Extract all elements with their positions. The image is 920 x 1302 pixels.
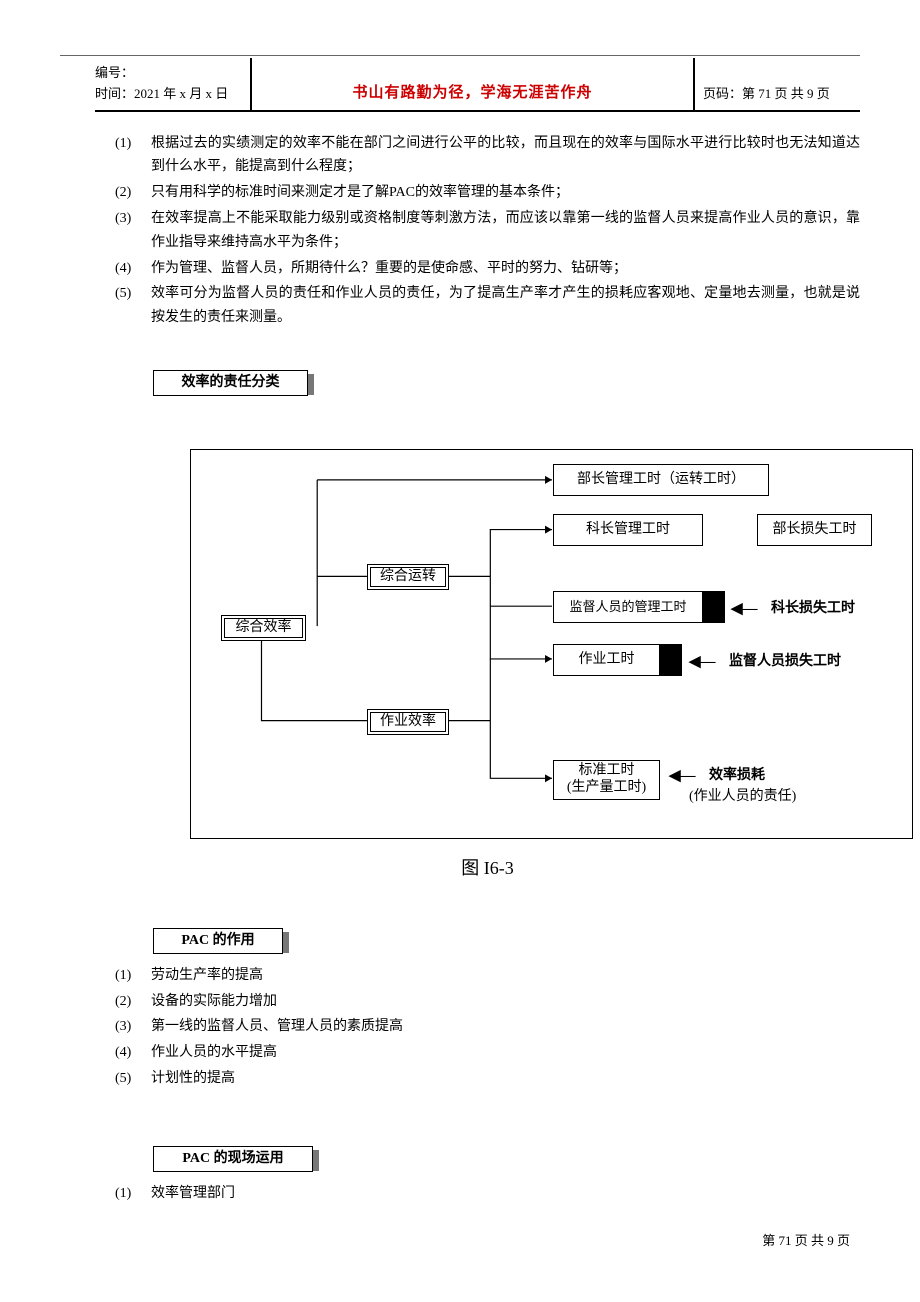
page-header: 编号： 时间：2021 年 x 月 x 日 书山有路勤为径，学海无涯苦作舟 页码… <box>95 58 860 112</box>
list-text: 作业人员的水平提高 <box>151 1041 860 1065</box>
note-section-chief-loss: 科长损失工时 <box>771 598 855 620</box>
box-director-loss-hours: 部长损失工时 <box>757 514 872 546</box>
list-num: (5) <box>115 282 151 330</box>
list-item: (2) 只有用科学的标准时间来测定才是了解PAC的效率管理的基本条件； <box>115 181 860 205</box>
list-num: (2) <box>115 990 151 1014</box>
list-text: 效率管理部门 <box>151 1182 860 1206</box>
list-block-1: (1) 根据过去的实绩测定的效率不能在部门之间进行公平的比较，而且现在的效率与国… <box>115 132 860 330</box>
list-text: 效率可分为监督人员的责任和作业人员的责任，为了提高生产率才产生的损耗应客观地、定… <box>151 282 860 330</box>
list-num: (1) <box>115 1182 151 1206</box>
list-num: (2) <box>115 181 151 205</box>
time-label: 时间：2021 年 x 月 x 日 <box>95 84 250 105</box>
box-section-chief-hours: 科长管理工时 <box>553 514 703 546</box>
list-num: (1) <box>115 964 151 988</box>
list-text: 计划性的提高 <box>151 1067 860 1091</box>
list-text: 第一线的监督人员、管理人员的素质提高 <box>151 1015 860 1039</box>
box-standard-hours: 标准工时 (生产量工时) <box>553 760 660 800</box>
arrow-left-icon: ◀— <box>689 650 716 674</box>
note-worker-responsibility: (作业人员的责任) <box>689 786 796 808</box>
section-label-pac-field: PAC 的现场运用 <box>153 1146 323 1170</box>
list-num: (1) <box>115 132 151 180</box>
list-text: 只有用科学的标准时间来测定才是了解PAC的效率管理的基本条件； <box>151 181 860 205</box>
label-text: PAC 的作用 <box>153 928 283 954</box>
arrow-left-icon: ◀— <box>669 764 696 788</box>
list-text: 在效率提高上不能采取能力级别或资格制度等刺激方法，而应该以靠第一线的监督人员来提… <box>151 207 860 255</box>
box-standard-hours-line1: 标准工时 <box>579 763 635 780</box>
list-item: (5) 计划性的提高 <box>115 1067 860 1091</box>
list-text: 作为管理、监督人员，所期待什么？重要的是使命感、平时的努力、钻研等； <box>151 257 860 281</box>
list-num: (3) <box>115 1015 151 1039</box>
list-num: (3) <box>115 207 151 255</box>
box-standard-hours-line2: (生产量工时) <box>567 780 646 797</box>
diagram-frame: 综合效率 综合运转 作业效率 部长管理工时（运转工时） 科长管理工时 部长损失工… <box>190 449 913 839</box>
box-director-hours: 部长管理工时（运转工时） <box>553 464 769 496</box>
box-work-efficiency: 作业效率 <box>367 709 449 735</box>
list-item: (5) 效率可分为监督人员的责任和作业人员的责任，为了提高生产率才产生的损耗应客… <box>115 282 860 330</box>
label-text: 效率的责任分类 <box>153 370 308 396</box>
bianhao-label: 编号： <box>95 63 250 84</box>
section-label-pac-role: PAC 的作用 <box>153 928 293 952</box>
box-work-hours: 作业工时 <box>553 644 660 676</box>
note-supervisor-loss: 监督人员损失工时 <box>729 651 841 673</box>
note-efficiency-loss: 效率损耗 <box>709 765 765 787</box>
black-bar-2 <box>660 644 682 676</box>
list-text: 设备的实际能力增加 <box>151 990 860 1014</box>
header-page: 页码：第 71 页 共 9 页 <box>695 58 860 110</box>
list-item: (3) 第一线的监督人员、管理人员的素质提高 <box>115 1015 860 1039</box>
figure-caption: 图 I6-3 <box>115 854 860 883</box>
list-num: (4) <box>115 257 151 281</box>
main-content: (1) 根据过去的实绩测定的效率不能在部门之间进行公平的比较，而且现在的效率与国… <box>60 112 860 1206</box>
box-supervisor-mgmt-hours: 监督人员的管理工时 <box>553 591 703 623</box>
list-item: (3) 在效率提高上不能采取能力级别或资格制度等刺激方法，而应该以靠第一线的监督… <box>115 207 860 255</box>
section-label-efficiency: 效率的责任分类 <box>153 370 318 394</box>
list-item: (4) 作业人员的水平提高 <box>115 1041 860 1065</box>
arrow-left-icon: ◀— <box>731 597 758 621</box>
list-block-3: (1) 效率管理部门 <box>115 1182 860 1206</box>
top-rule <box>60 55 860 56</box>
connector-lines <box>191 450 912 838</box>
page-footer: 第 71 页 共 9 页 <box>60 1231 860 1252</box>
box-comprehensive-efficiency: 综合效率 <box>221 615 306 641</box>
list-item: (1) 劳动生产率的提高 <box>115 964 860 988</box>
list-item: (2) 设备的实际能力增加 <box>115 990 860 1014</box>
header-left: 编号： 时间：2021 年 x 月 x 日 <box>95 58 250 110</box>
list-item: (4) 作为管理、监督人员，所期待什么？重要的是使命感、平时的努力、钻研等； <box>115 257 860 281</box>
list-text: 根据过去的实绩测定的效率不能在部门之间进行公平的比较，而且现在的效率与国际水平进… <box>151 132 860 180</box>
list-item: (1) 根据过去的实绩测定的效率不能在部门之间进行公平的比较，而且现在的效率与国… <box>115 132 860 180</box>
black-bar-1 <box>703 591 725 623</box>
list-num: (5) <box>115 1067 151 1091</box>
box-comprehensive-operation: 综合运转 <box>367 564 449 590</box>
header-motto: 书山有路勤为径，学海无涯苦作舟 <box>250 58 695 110</box>
label-text: PAC 的现场运用 <box>153 1146 313 1172</box>
list-item: (1) 效率管理部门 <box>115 1182 860 1206</box>
list-block-2: (1) 劳动生产率的提高 (2) 设备的实际能力增加 (3) 第一线的监督人员、… <box>115 964 860 1091</box>
list-num: (4) <box>115 1041 151 1065</box>
list-text: 劳动生产率的提高 <box>151 964 860 988</box>
